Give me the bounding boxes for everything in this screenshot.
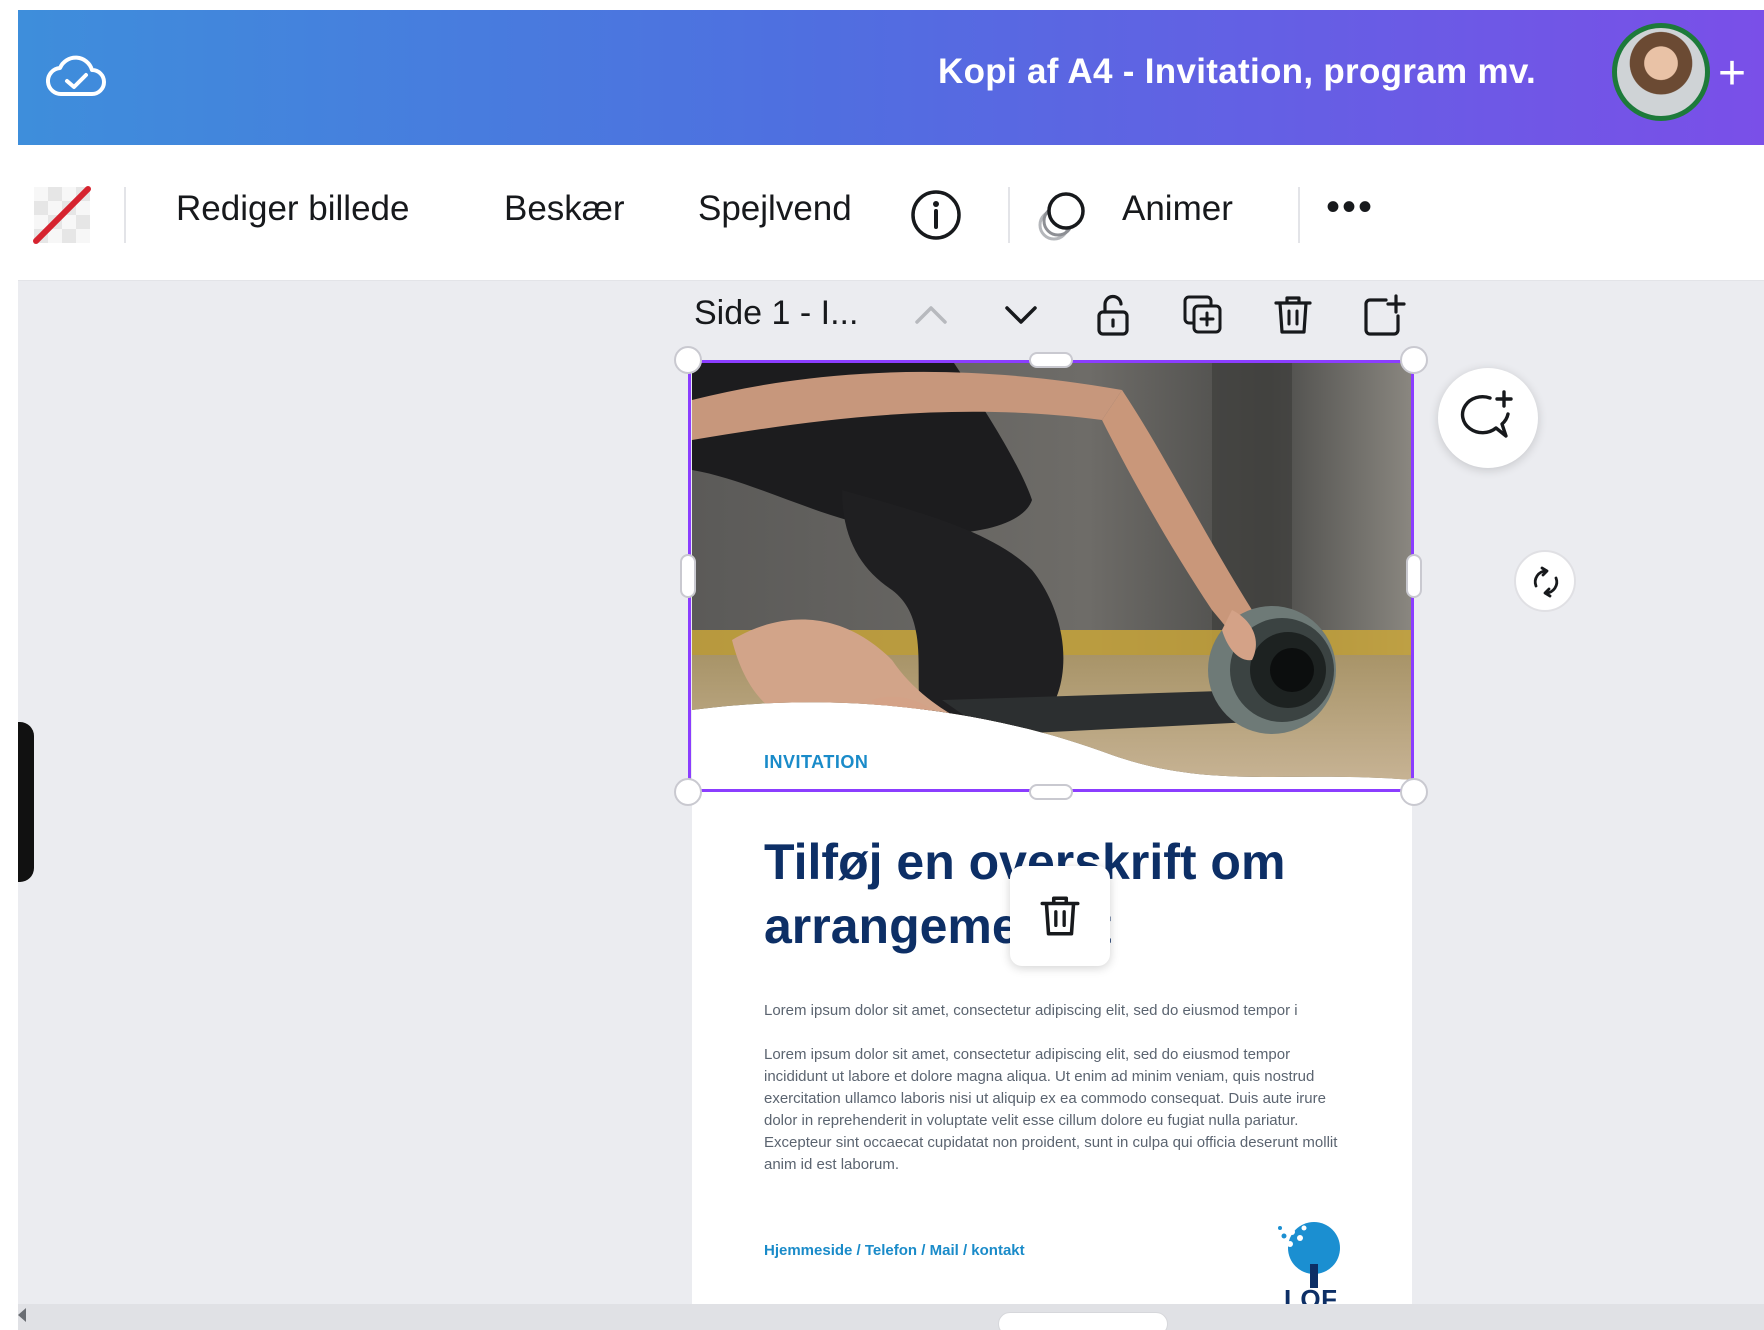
- resize-handle-left[interactable]: [680, 554, 696, 598]
- animate-icon[interactable]: [1034, 189, 1090, 245]
- toolbar-divider: [1008, 187, 1010, 243]
- transparency-icon[interactable]: [32, 185, 92, 245]
- add-comment-icon: [1460, 390, 1513, 438]
- crop-button[interactable]: Beskær: [504, 189, 625, 229]
- body-paragraph[interactable]: Lorem ipsum dolor sit amet, consectetur …: [764, 1044, 1344, 1176]
- resize-handle-top-right[interactable]: [1400, 346, 1428, 374]
- resize-handle-top-left[interactable]: [674, 346, 702, 374]
- rotate-button[interactable]: [1514, 550, 1576, 612]
- selection-outline: [688, 360, 1414, 792]
- add-page-icon[interactable]: [1360, 292, 1406, 338]
- scroll-left-icon[interactable]: [18, 1308, 26, 1322]
- chevron-down-icon[interactable]: [998, 292, 1044, 338]
- cloud-check-icon[interactable]: [46, 50, 106, 102]
- floating-delete-button[interactable]: [1010, 866, 1110, 966]
- scrollbar-thumb[interactable]: [998, 1312, 1168, 1330]
- resize-handle-bottom-right[interactable]: [1400, 778, 1428, 806]
- share-plus-icon[interactable]: +: [1718, 50, 1746, 98]
- resize-handle-top[interactable]: [1029, 352, 1073, 368]
- page-title[interactable]: Side 1 - I...: [694, 294, 858, 333]
- document-title[interactable]: Kopi af A4 - Invitation, program mv.: [938, 52, 1536, 92]
- resize-handle-bottom[interactable]: [1029, 784, 1073, 800]
- side-panel-tab[interactable]: [18, 722, 34, 882]
- toolbar-divider: [1298, 187, 1300, 243]
- contact-line[interactable]: Hjemmeside / Telefon / Mail / kontakt: [764, 1242, 1025, 1259]
- add-comment-button[interactable]: [1438, 368, 1538, 468]
- info-icon[interactable]: [910, 189, 962, 241]
- edit-image-button[interactable]: Rediger billede: [176, 189, 409, 229]
- context-toolbar: Rediger billede Beskær Spejlvend Animer …: [18, 145, 1764, 281]
- trash-icon[interactable]: [1270, 292, 1316, 338]
- canva-editor: Kopi af A4 - Invitation, program mv. + R…: [18, 10, 1764, 1330]
- top-header: Kopi af A4 - Invitation, program mv. +: [18, 10, 1764, 145]
- resize-handle-right[interactable]: [1406, 554, 1422, 598]
- animate-button[interactable]: Animer: [1122, 189, 1233, 229]
- duplicate-page-icon[interactable]: [1180, 292, 1226, 338]
- more-icon[interactable]: •••: [1326, 185, 1374, 230]
- toolbar-divider: [124, 187, 126, 243]
- avatar[interactable]: [1612, 23, 1710, 121]
- horizontal-scrollbar[interactable]: [18, 1304, 1764, 1330]
- intro-paragraph[interactable]: Lorem ipsum dolor sit amet, consectetur …: [764, 1000, 1364, 1022]
- lock-icon[interactable]: [1090, 292, 1136, 338]
- flip-button[interactable]: Spejlvend: [698, 189, 852, 229]
- resize-handle-bottom-left[interactable]: [674, 778, 702, 806]
- rotate-icon: [1533, 566, 1559, 598]
- chevron-up-icon[interactable]: [908, 292, 954, 338]
- trash-icon: [1040, 896, 1080, 936]
